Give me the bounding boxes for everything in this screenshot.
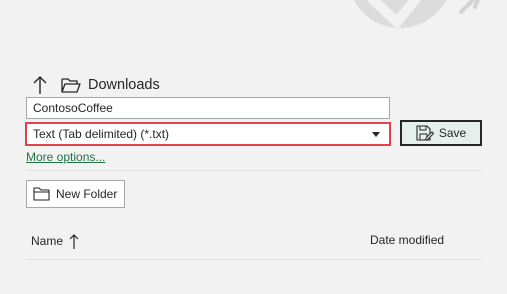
divider	[26, 170, 482, 171]
location-bar: Downloads	[30, 72, 160, 98]
column-header-name[interactable]: Name	[31, 231, 79, 251]
sort-ascending-arrow-icon	[69, 233, 79, 249]
new-folder-label: New Folder	[56, 187, 118, 201]
column-header-name-label: Name	[31, 234, 64, 248]
more-options-link[interactable]: More options...	[26, 150, 105, 164]
folder-open-icon	[61, 76, 81, 94]
chevron-down-icon[interactable]	[371, 129, 381, 139]
current-folder-label: Downloads	[88, 77, 160, 93]
arrow-up-icon[interactable]	[30, 74, 50, 96]
save-as-panel: Downloads Text (Tab delimited) (*.txt) S…	[0, 0, 507, 294]
file-type-selected-value: Text (Tab delimited) (*.txt)	[33, 127, 170, 141]
file-type-select[interactable]: Text (Tab delimited) (*.txt)	[25, 122, 391, 146]
save-as-icon	[416, 125, 434, 141]
column-header-date-modified[interactable]: Date modified	[370, 233, 444, 247]
file-name-input[interactable]	[26, 97, 390, 119]
new-folder-button[interactable]: New Folder	[26, 180, 125, 208]
folder-icon	[33, 187, 50, 202]
save-button-label: Save	[438, 126, 467, 140]
column-header-divider	[26, 259, 482, 260]
save-button[interactable]: Save	[400, 120, 482, 146]
decorative-illustration-icon	[353, 0, 480, 30]
